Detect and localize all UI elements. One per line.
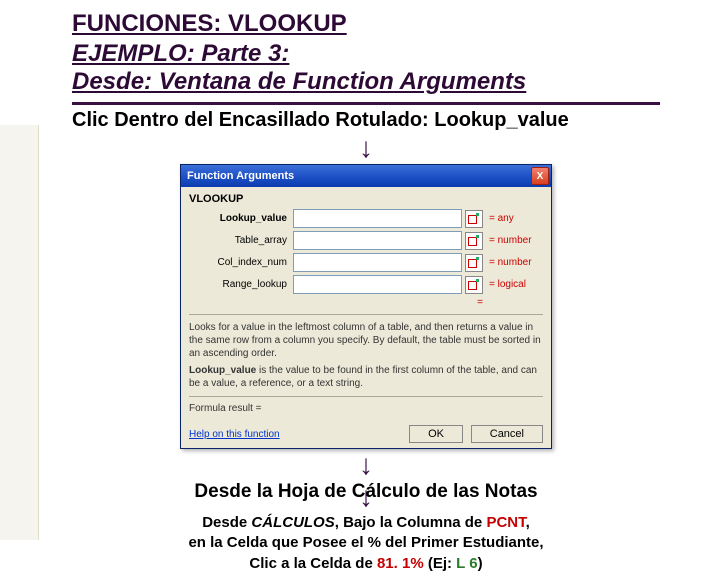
dialog-titlebar: Function Arguments X bbox=[181, 165, 551, 187]
col-index-input[interactable] bbox=[293, 253, 462, 272]
subtitle-emph: Function Arguments bbox=[293, 68, 527, 95]
function-arguments-dialog: Function Arguments X VLOOKUP Lookup_valu… bbox=[180, 164, 552, 449]
slide-content: FUNCIONES: VLOOKUP EJEMPLO: Parte 3: Des… bbox=[0, 0, 720, 584]
help-link[interactable]: Help on this function bbox=[189, 429, 280, 440]
arg-label: Lookup_value bbox=[189, 213, 293, 224]
arg-label: Table_array bbox=[189, 235, 293, 246]
dialog-body: VLOOKUP Lookup_value = any Table_array =… bbox=[181, 187, 551, 424]
dialog-footer: Help on this function OK Cancel bbox=[181, 424, 551, 448]
arg-label: Col_index_num bbox=[189, 257, 293, 268]
instruction-emph: Lookup_value bbox=[434, 109, 568, 131]
range-select-icon[interactable] bbox=[465, 232, 483, 250]
txt: en la Celda que Posee el % del Primer Es… bbox=[188, 534, 543, 551]
arg-row-table-array: Table_array = number bbox=[189, 231, 543, 250]
button-group: OK Cancel bbox=[404, 428, 543, 440]
arg-hint: = logical bbox=[483, 279, 543, 290]
title-funciones: FUNCIONES: VLOOKUP bbox=[72, 10, 660, 38]
instruction-prefix: Clic Dentro del Encasillado Rotulado: bbox=[72, 109, 434, 131]
table-array-input[interactable] bbox=[293, 231, 462, 250]
txt-calculos: CÁLCULOS bbox=[251, 514, 334, 531]
arg-row-lookup-value: Lookup_value = any bbox=[189, 209, 543, 228]
divider-bar bbox=[72, 102, 660, 105]
txt-pcnt: PCNT bbox=[486, 514, 525, 531]
ok-button[interactable]: OK bbox=[409, 425, 463, 443]
arg-desc-label: Lookup_value bbox=[189, 365, 256, 376]
close-icon[interactable]: X bbox=[531, 167, 549, 185]
arg-hint: = number bbox=[483, 235, 543, 246]
instruction-line: Clic Dentro del Encasillado Rotulado: Lo… bbox=[72, 109, 660, 132]
result-eq: = bbox=[189, 297, 543, 308]
separator bbox=[189, 314, 543, 315]
formula-result: Formula result = bbox=[189, 403, 543, 414]
range-select-icon[interactable] bbox=[465, 210, 483, 228]
function-description: Looks for a value in the leftmost column… bbox=[189, 321, 543, 360]
dialog-title: Function Arguments bbox=[187, 170, 531, 182]
arg-hint: = number bbox=[483, 257, 543, 268]
arg-row-range-lookup: Range_lookup = logical bbox=[189, 275, 543, 294]
arg-label: Range_lookup bbox=[189, 279, 293, 290]
subtitle-prefix: Desde: Ventana de bbox=[72, 68, 293, 95]
txt: Clic a la Celda de bbox=[249, 555, 377, 572]
arrow-down-icon: ↓ bbox=[72, 451, 660, 479]
range-lookup-input[interactable] bbox=[293, 275, 462, 294]
txt: ) bbox=[478, 555, 483, 572]
txt: , Bajo la Columna de bbox=[335, 514, 487, 531]
subtitle-desde: Desde: Ventana de Function Arguments bbox=[72, 68, 660, 96]
txt: Desde bbox=[202, 514, 251, 531]
function-name: VLOOKUP bbox=[189, 193, 543, 205]
range-select-icon[interactable] bbox=[465, 276, 483, 294]
subtitle-ejemplo: EJEMPLO: Parte 3: bbox=[72, 40, 660, 68]
argument-description: Lookup_value is the value to be found in… bbox=[189, 364, 543, 390]
arg-row-col-index: Col_index_num = number bbox=[189, 253, 543, 272]
arg-hint: = any bbox=[483, 213, 543, 224]
arrow-down-icon: ↓ bbox=[72, 134, 660, 162]
txt: (Ej: bbox=[424, 555, 457, 572]
range-select-icon[interactable] bbox=[465, 254, 483, 272]
cancel-button[interactable]: Cancel bbox=[471, 425, 543, 443]
lookup-value-input[interactable] bbox=[293, 209, 462, 228]
txt-percent: 81. 1% bbox=[377, 555, 424, 572]
separator bbox=[189, 396, 543, 397]
instruction-block: Desde CÁLCULOS, Bajo la Columna de PCNT,… bbox=[72, 513, 660, 574]
txt-cell: L 6 bbox=[456, 555, 477, 572]
txt: , bbox=[526, 514, 530, 531]
arrow-down-icon: ↓ bbox=[72, 483, 660, 511]
